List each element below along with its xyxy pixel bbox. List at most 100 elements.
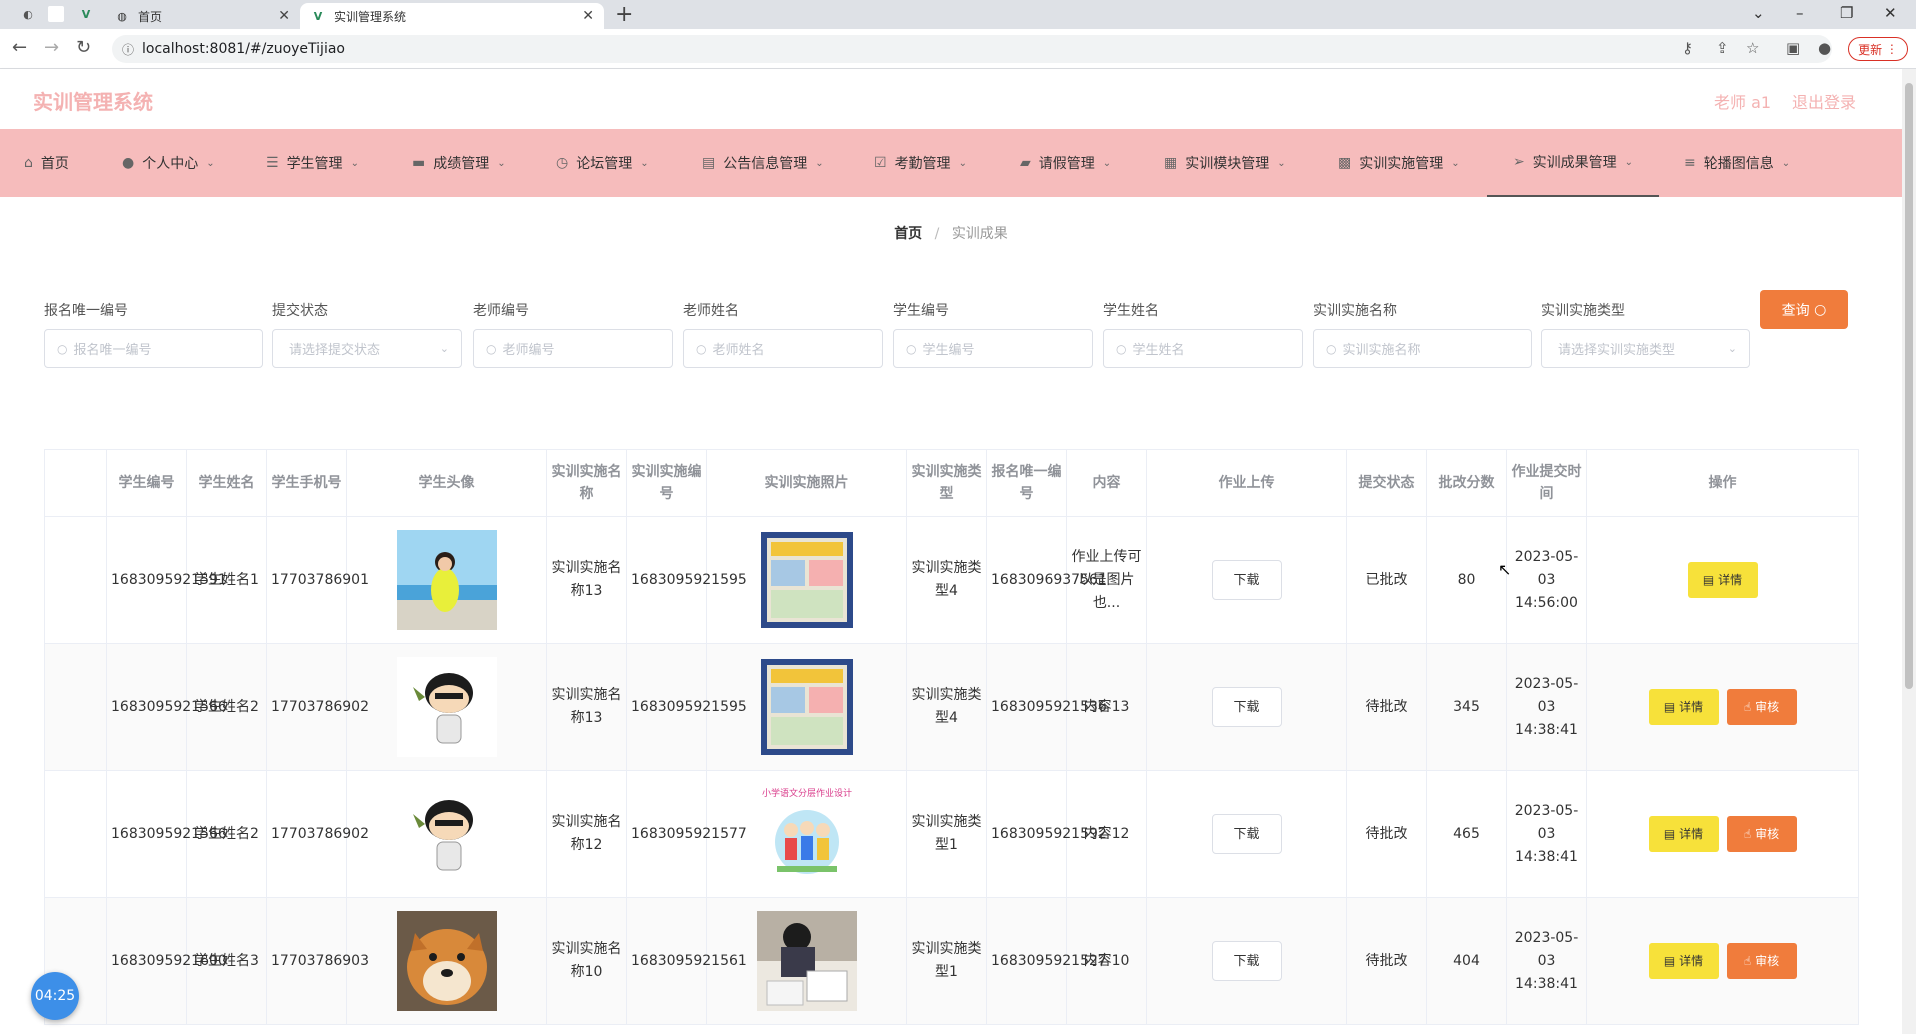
detail-button[interactable]: ▤ 详情	[1648, 943, 1719, 979]
student-name-input[interactable]: ○ 学生姓名	[1103, 329, 1303, 368]
upload-cell: 下载	[1146, 897, 1347, 1025]
minimize-icon[interactable]: –	[1796, 4, 1804, 22]
key-icon[interactable]: ⚷	[1682, 39, 1693, 57]
menu-item-attendance[interactable]: ☑ 考勤管理 ⌄	[874, 129, 967, 197]
update-button[interactable]: 更新 ⋮	[1848, 37, 1908, 61]
share-icon[interactable]: ⇪	[1716, 39, 1729, 57]
impl-photo-image[interactable]: 小学语文分层作业设计	[756, 784, 857, 884]
student-name-cell: 学生姓名1	[186, 516, 267, 644]
menu-item-home[interactable]: ⌂ 首页	[24, 129, 69, 197]
vue-icon[interactable]: V	[78, 6, 94, 22]
review-button[interactable]: ☝ 审核	[1726, 943, 1797, 979]
detail-button[interactable]: ▤ 详情	[1648, 689, 1719, 725]
student-no-cell: 1683095921566	[106, 770, 227, 898]
menu-icon: ≡	[1684, 155, 1696, 171]
chevron-down-icon: ⌄	[958, 157, 967, 169]
download-button[interactable]: 下载	[1211, 560, 1282, 600]
actions-cell: ▤ 详情 ☝ 审核	[1586, 770, 1859, 898]
tab-home[interactable]: ◍ 首页 ✕	[104, 3, 300, 29]
browser-favicon-icon[interactable]: ◐	[20, 6, 36, 22]
new-tab-icon[interactable]: +	[615, 2, 633, 27]
select-cell[interactable]	[44, 516, 107, 644]
thumb-icon: ☝	[1743, 826, 1752, 841]
detail-label: 详情	[1679, 953, 1704, 968]
menu-item-results[interactable]: ➢ 实训成果管理 ⌄	[1487, 129, 1659, 197]
reg-no-cell: 1683095921592	[986, 770, 1107, 898]
profile-icon[interactable]: ●	[1818, 39, 1831, 57]
student-avatar-image[interactable]	[396, 911, 497, 1011]
menu-item-modules[interactable]: ▦ 实训模块管理 ⌄	[1164, 129, 1286, 197]
page-scrollbar[interactable]	[1902, 69, 1916, 1034]
menu-item-forum[interactable]: ◷ 论坛管理 ⌄	[556, 129, 649, 197]
impl-photo-image[interactable]	[756, 911, 857, 1011]
review-button[interactable]: ☝ 审核	[1726, 816, 1797, 852]
submit-status-select[interactable]: 请选择提交状态 ⌄	[272, 329, 462, 368]
home-icon: ⌂	[24, 155, 33, 171]
impl-type-cell: 实训实施类型1	[906, 897, 987, 1025]
menu-item-students[interactable]: ☰ 学生管理 ⌄	[266, 129, 359, 197]
star-icon[interactable]: ☆	[1746, 39, 1759, 57]
student-avatar-image[interactable]	[396, 784, 497, 884]
avatar-cell	[346, 897, 547, 1025]
forward-icon[interactable]: →	[44, 37, 59, 58]
student-avatar-image[interactable]	[396, 530, 497, 630]
impl-photo-image[interactable]	[757, 657, 857, 757]
select-header	[44, 449, 107, 517]
site-info-icon[interactable]: ⓘ	[122, 41, 134, 58]
impl-type-select[interactable]: 请选择实训实施类型 ⌄	[1541, 329, 1750, 368]
menu-item-leave[interactable]: ▰ 请假管理 ⌄	[1020, 129, 1111, 197]
menu-item-notices[interactable]: ▤ 公告信息管理 ⌄	[702, 129, 824, 197]
impl-name-input[interactable]: ○ 实训实施名称	[1313, 329, 1532, 368]
menu-item-implementation[interactable]: ▩ 实训实施管理 ⌄	[1338, 129, 1460, 197]
student-avatar-image[interactable]	[396, 657, 497, 757]
timer-badge[interactable]: 04:25	[31, 972, 79, 1020]
download-button[interactable]: 下载	[1211, 814, 1282, 854]
review-label: 审核	[1755, 826, 1780, 841]
scrollbar-thumb[interactable]	[1905, 83, 1913, 689]
detail-button[interactable]: ▤ 详情	[1648, 816, 1719, 852]
tab-app[interactable]: V 实训管理系统 ✕	[300, 3, 604, 29]
restore-icon[interactable]: ❐	[1840, 4, 1853, 22]
menu-item-profile[interactable]: ● 个人中心 ⌄	[122, 129, 215, 197]
teacher-name-input[interactable]: ○ 老师姓名	[683, 329, 883, 368]
filter-label: 学生姓名	[1103, 303, 1159, 319]
detail-button[interactable]: ▤ 详情	[1687, 562, 1758, 598]
reload-icon[interactable]: ↻	[76, 37, 91, 58]
back-icon[interactable]: ←	[12, 37, 27, 58]
search-icon: ○	[486, 341, 497, 356]
breadcrumb-home[interactable]: 首页	[894, 226, 922, 242]
mouse-cursor-icon: ↖	[1498, 560, 1512, 579]
avatar-cell	[346, 643, 547, 771]
page-icon[interactable]	[48, 6, 64, 22]
close-icon[interactable]: ✕	[582, 8, 594, 24]
placeholder: 报名唯一编号	[73, 343, 152, 358]
send-icon: ➢	[1512, 154, 1525, 170]
menu-label: 首页	[40, 156, 69, 172]
registration-no-input[interactable]: ○ 报名唯一编号	[44, 329, 263, 368]
sidepanel-icon[interactable]: ▣	[1786, 39, 1800, 57]
reg-no-cell: 1683096937561	[986, 516, 1107, 644]
menu-item-grades[interactable]: ▬ 成绩管理 ⌄	[412, 129, 506, 197]
teacher-no-input[interactable]: ○ 老师编号	[473, 329, 673, 368]
filter-label: 报名唯一编号	[44, 303, 128, 319]
column-header: 学生姓名	[186, 449, 267, 517]
url-field[interactable]: ⓘ localhost:8081/#/zuoyeTijiao	[112, 35, 1832, 63]
window-close-icon[interactable]: ✕	[1884, 4, 1897, 22]
select-cell[interactable]	[44, 770, 107, 898]
logout-link[interactable]: 退出登录	[1792, 89, 1856, 113]
review-button[interactable]: ☝ 审核	[1726, 689, 1797, 725]
placeholder: 老师编号	[502, 343, 555, 358]
app-header: 实训管理系统 老师 a1 退出登录	[0, 69, 1902, 129]
download-button[interactable]: 下载	[1211, 687, 1282, 727]
menu-item-carousel[interactable]: ≡ 轮播图信息 ⌄	[1684, 129, 1790, 197]
thumb-icon: ☝	[1743, 953, 1752, 968]
select-cell[interactable]	[44, 643, 107, 771]
download-button[interactable]: 下载	[1211, 941, 1282, 981]
tab-search-icon[interactable]: ⌄	[1752, 4, 1765, 22]
current-user: 老师 a1	[1714, 93, 1772, 112]
student-no-input[interactable]: ○ 学生编号	[893, 329, 1093, 368]
impl-photo-image[interactable]	[757, 530, 857, 630]
column-header: 学生头像	[346, 449, 547, 517]
close-icon[interactable]: ✕	[278, 8, 290, 24]
query-button[interactable]: 查询 ○	[1760, 290, 1848, 329]
